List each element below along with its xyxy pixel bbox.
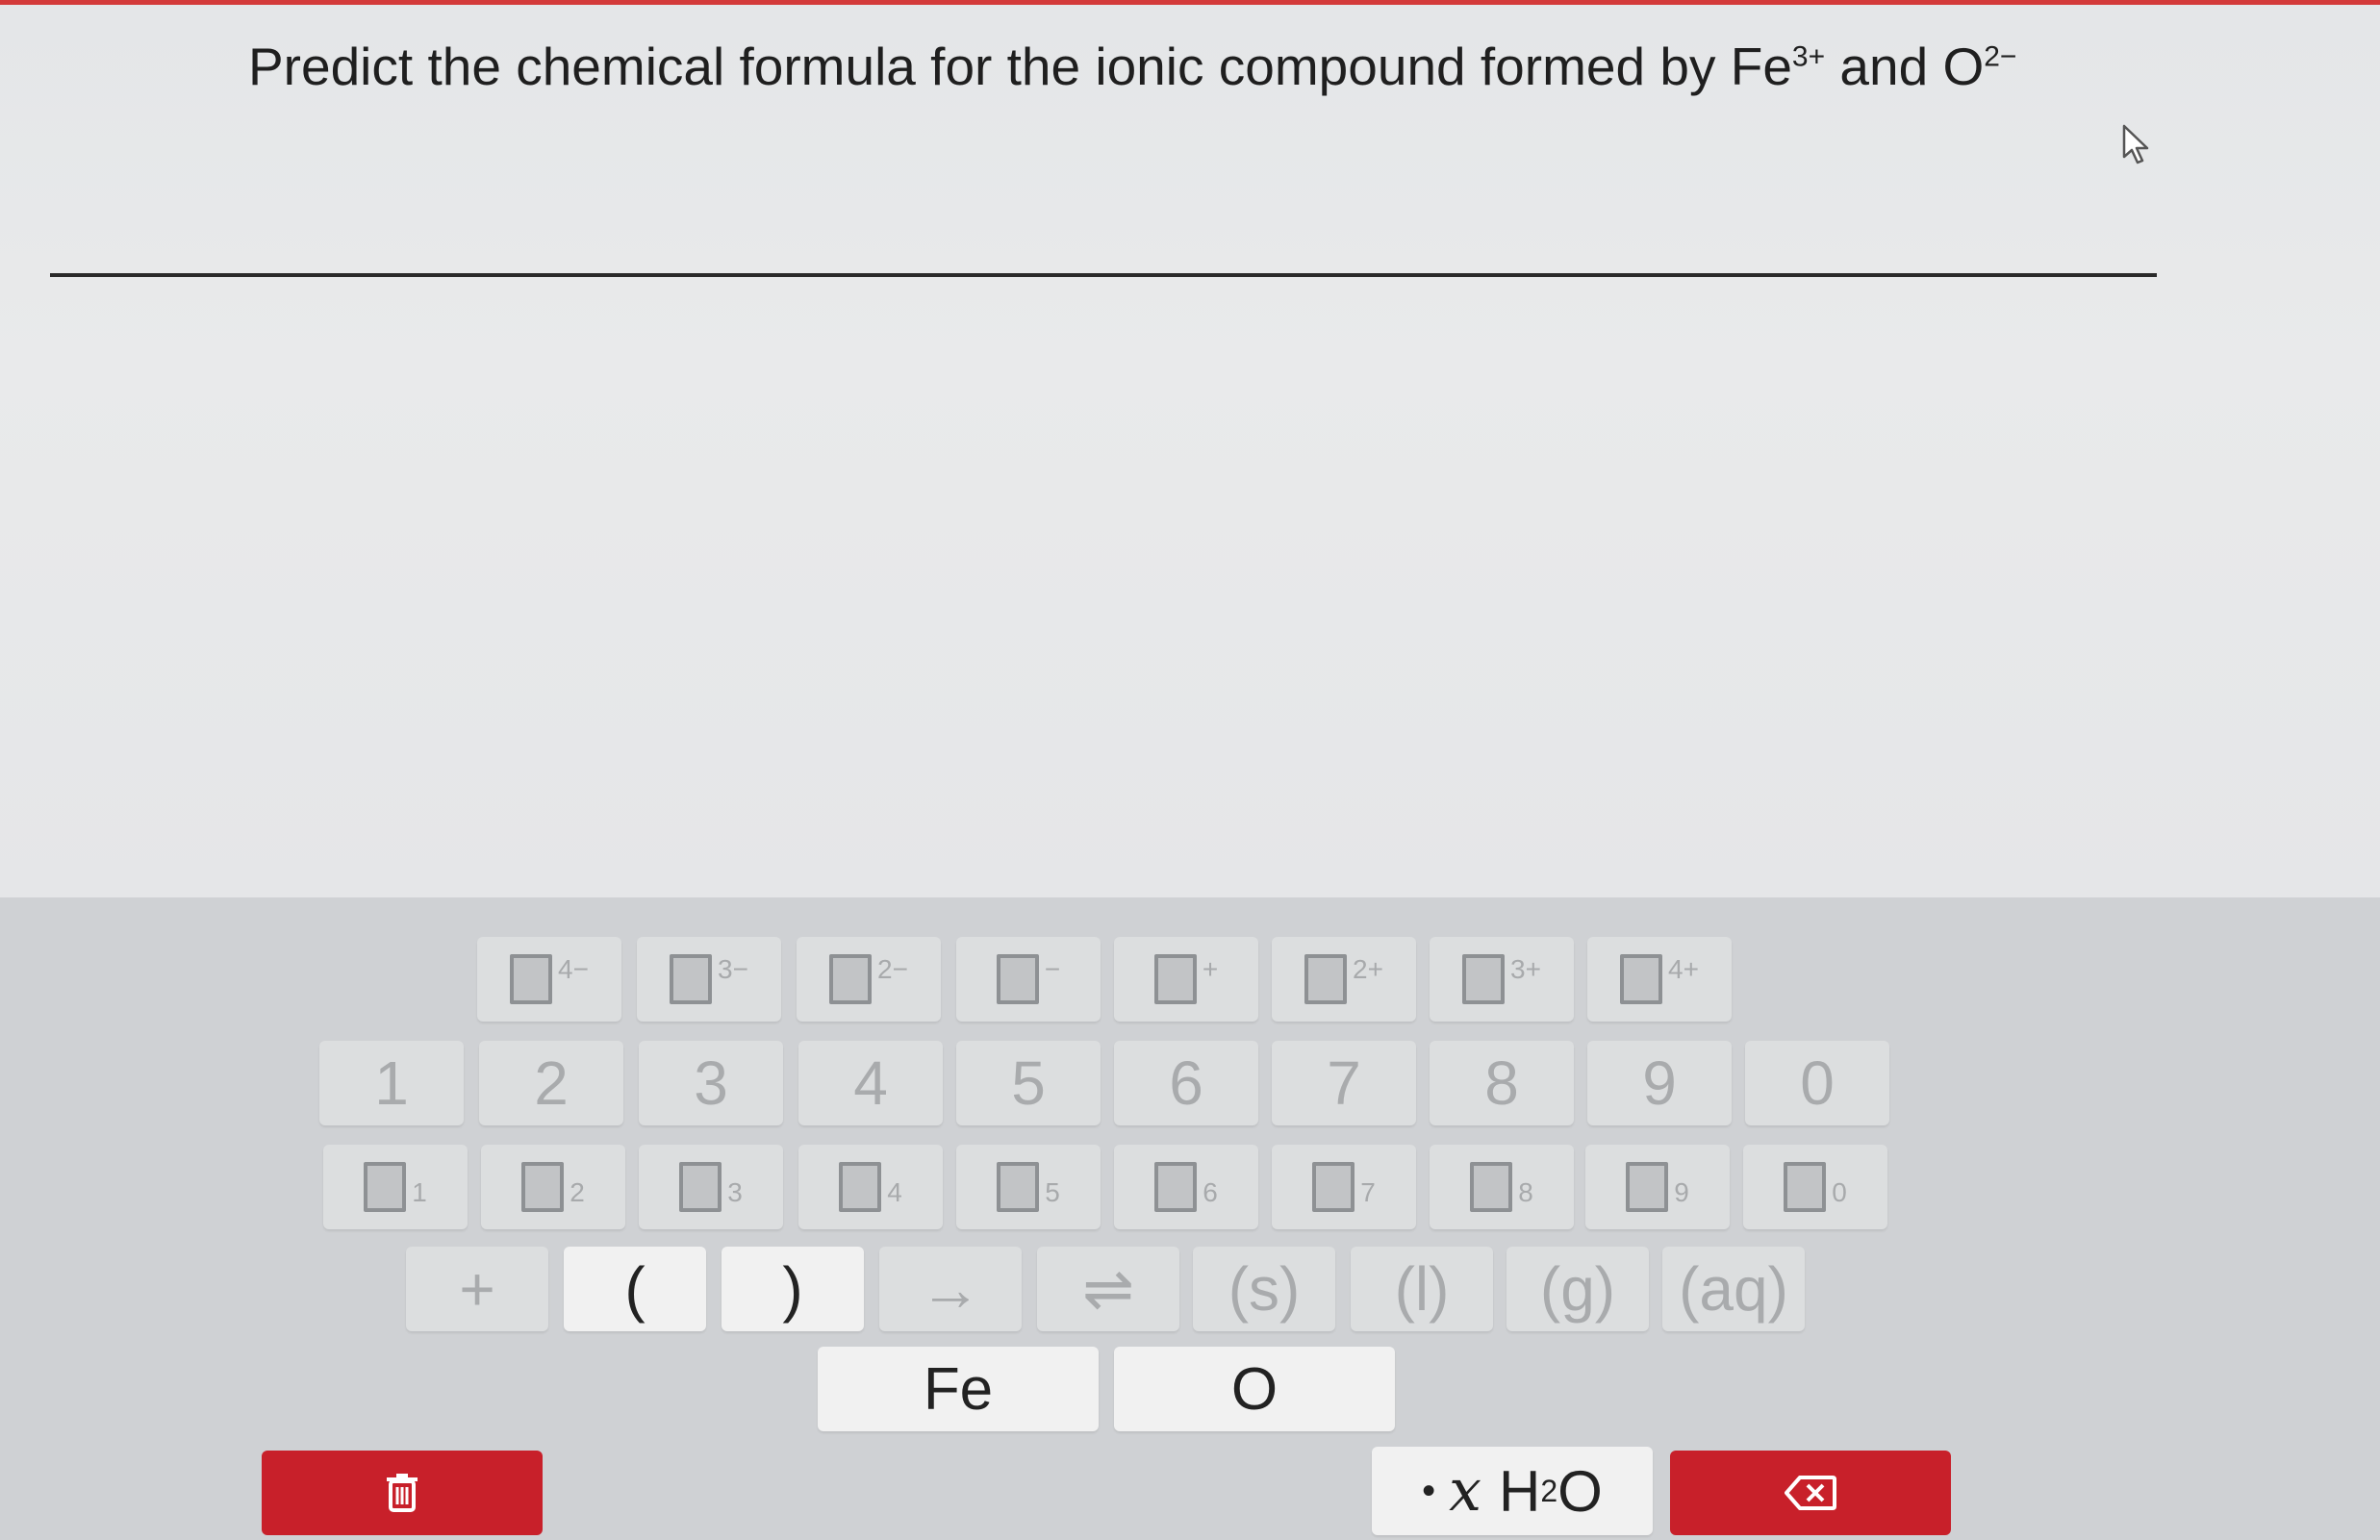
hydrate-h: H [1499,1458,1541,1524]
charge-label: 4− [558,954,589,984]
charge-label: − [1044,954,1061,984]
charge-key-2-minus[interactable]: 2− [797,937,941,1022]
box-icon [997,1162,1040,1212]
box-icon [679,1162,722,1212]
subscript-label: 8 [1518,1177,1533,1207]
box-icon [1620,954,1663,1004]
charge-label: 3− [718,954,748,984]
clear-button[interactable] [262,1451,543,1535]
open-paren-key[interactable]: ( [564,1247,706,1331]
box-icon [510,954,553,1004]
subscript-key-3[interactable]: 3 [639,1145,783,1229]
subscript-label: 1 [412,1177,427,1207]
element-key-fe[interactable]: Fe [818,1347,1099,1431]
box-icon [1784,1162,1827,1212]
backspace-button[interactable] [1670,1451,1951,1535]
box-icon [364,1162,407,1212]
hydrate-x: x [1449,1457,1482,1525]
subscript-key-4[interactable]: 4 [798,1145,943,1229]
digit-key-8[interactable]: 8 [1430,1041,1574,1125]
equilibrium-arrow-key[interactable]: ⇌ [1037,1247,1179,1331]
box-icon [1626,1162,1669,1212]
charge-key-plus[interactable]: + [1114,937,1258,1022]
plus-key[interactable]: + [406,1247,548,1331]
element-key-o[interactable]: O [1114,1347,1395,1431]
box-icon [521,1162,565,1212]
subscript-label: 2 [570,1177,585,1207]
subscript-label: 6 [1203,1177,1218,1207]
mouse-cursor-icon [2122,124,2149,164]
box-icon [1153,954,1197,1004]
liquid-state-key[interactable]: (l) [1351,1247,1493,1331]
charge-key-4-minus[interactable]: 4− [477,937,621,1022]
charge-label: 2− [877,954,908,984]
question-area: Predict the chemical formula for the ion… [0,5,2380,897]
charge-key-4-plus[interactable]: 4+ [1587,937,1732,1022]
digit-key-5[interactable]: 5 [956,1041,1101,1125]
box-icon [670,954,713,1004]
question-text: Predict the chemical formula for the ion… [248,37,2017,96]
hydrate-o: O [1557,1458,1603,1524]
formula-keyboard: 4− 3− 2− − + 2+ 3+ 4+ 1 2 3 4 5 6 7 8 9 … [0,897,2380,1540]
close-paren-key[interactable]: ) [722,1247,864,1331]
subscript-key-2[interactable]: 2 [481,1145,625,1229]
hydrate-key[interactable]: • x H 2 O [1372,1447,1653,1535]
digit-key-3[interactable]: 3 [639,1041,783,1125]
subscript-key-1[interactable]: 1 [323,1145,468,1229]
trash-icon [387,1474,418,1512]
charge-label: 4+ [1668,954,1699,984]
box-icon [1462,954,1506,1004]
subscript-key-9[interactable]: 9 [1585,1145,1730,1229]
answer-input-line[interactable] [50,273,2157,277]
box-icon [829,954,873,1004]
subscript-label: 7 [1360,1177,1376,1207]
subscript-label: 3 [727,1177,743,1207]
digit-key-0[interactable]: 0 [1745,1041,1889,1125]
subscript-key-7[interactable]: 7 [1272,1145,1416,1229]
subscript-key-0[interactable]: 0 [1743,1145,1887,1229]
charge-label: 3+ [1510,954,1541,984]
digit-key-6[interactable]: 6 [1114,1041,1258,1125]
subscript-key-5[interactable]: 5 [956,1145,1101,1229]
gas-state-key[interactable]: (g) [1506,1247,1649,1331]
subscript-key-6[interactable]: 6 [1114,1145,1258,1229]
box-icon [839,1162,882,1212]
subscript-key-8[interactable]: 8 [1430,1145,1574,1229]
digit-key-9[interactable]: 9 [1587,1041,1732,1125]
solid-state-key[interactable]: (s) [1193,1247,1335,1331]
charge-label: + [1202,954,1219,984]
hydrate-subscript: 2 [1540,1473,1558,1508]
box-icon [1312,1162,1355,1212]
charge-key-2-plus[interactable]: 2+ [1272,937,1416,1022]
aqueous-state-key[interactable]: (aq) [1662,1247,1805,1331]
reaction-arrow-key[interactable]: → [879,1247,1022,1331]
box-icon [996,954,1039,1004]
subscript-label: 4 [887,1177,902,1207]
charge-key-3-minus[interactable]: 3− [637,937,781,1022]
subscript-label: 0 [1832,1177,1847,1207]
charge-key-3-plus[interactable]: 3+ [1430,937,1574,1022]
digit-key-7[interactable]: 7 [1272,1041,1416,1125]
box-icon [1154,1162,1198,1212]
subscript-label: 5 [1045,1177,1060,1207]
box-icon [1470,1162,1513,1212]
charge-label: 2+ [1353,954,1383,984]
digit-key-4[interactable]: 4 [798,1041,943,1125]
subscript-label: 9 [1674,1177,1689,1207]
digit-key-2[interactable]: 2 [479,1041,623,1125]
backspace-icon [1785,1476,1836,1510]
digit-key-1[interactable]: 1 [319,1041,464,1125]
box-icon [1304,954,1348,1004]
hydrate-dot: • [1422,1469,1436,1512]
charge-key-minus[interactable]: − [956,937,1101,1022]
